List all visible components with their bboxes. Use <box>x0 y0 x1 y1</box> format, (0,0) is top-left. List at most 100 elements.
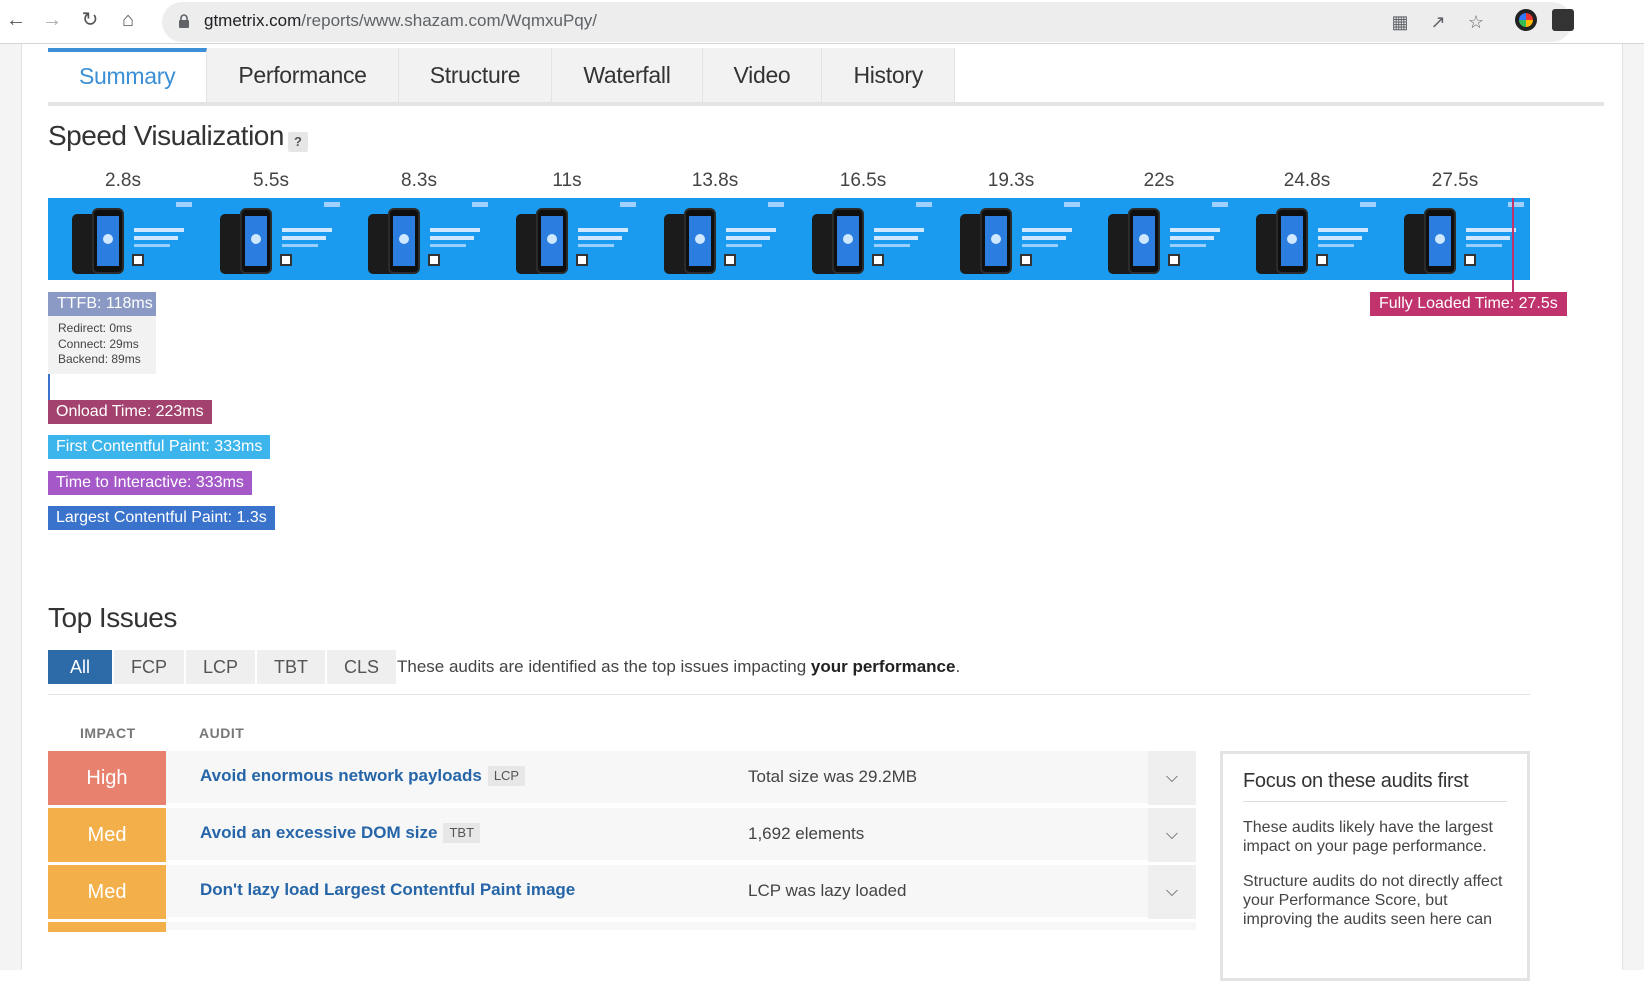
logo-icon <box>695 234 705 244</box>
frame-time: 11s <box>552 170 582 191</box>
filmstrip-frame[interactable] <box>788 198 938 280</box>
divider <box>48 694 1530 695</box>
text-line <box>134 244 170 247</box>
connect-time: Connect: 29ms <box>58 336 139 351</box>
forward-icon[interactable]: → <box>40 8 64 32</box>
translate-icon[interactable]: ▦ <box>1388 10 1412 34</box>
filmstrip-frame[interactable] <box>1380 198 1530 280</box>
filmstrip-frame[interactable] <box>640 198 790 280</box>
frame-time: 19.3s <box>987 170 1035 191</box>
logo-icon <box>991 234 1001 244</box>
tab-performance[interactable]: Performance <box>207 48 399 102</box>
filmstrip-frame[interactable] <box>196 198 346 280</box>
header-button <box>176 202 192 207</box>
frame-time: 8.3s <box>401 170 437 191</box>
filter-lcp[interactable]: LCP <box>186 650 258 684</box>
phone-image <box>92 208 124 274</box>
text-line <box>430 228 480 232</box>
header-button <box>916 202 932 207</box>
filmstrip-frame[interactable] <box>936 198 1086 280</box>
tabs-underline <box>48 102 1604 106</box>
audit-title[interactable]: Avoid an excessive DOM size <box>200 823 437 842</box>
filmstrip-frame[interactable] <box>344 198 494 280</box>
issue-row[interactable] <box>48 922 1196 932</box>
logo-icon <box>1287 234 1297 244</box>
text-line <box>1170 236 1214 240</box>
issue-row[interactable]: Med Don't lazy load Largest Contentful P… <box>48 865 1196 919</box>
chevron-down-icon[interactable]: ⌵ <box>1148 865 1196 919</box>
focus-panel: Focus on these audits first These audits… <box>1220 751 1530 981</box>
audit-name[interactable]: Avoid enormous network payloads LCP <box>200 766 526 786</box>
text-line <box>1022 244 1058 247</box>
text-line <box>1318 236 1362 240</box>
address-bar[interactable]: gtmetrix.com/reports/www.shazam.com/Wqmx… <box>162 2 1572 42</box>
backend-time: Backend: 89ms <box>58 352 141 366</box>
audit-name[interactable]: Don't lazy load Largest Contentful Paint… <box>200 880 575 900</box>
frame-time: 2.8s <box>105 170 141 191</box>
onload-badge: Onload Time: 223ms <box>48 400 212 424</box>
url-text[interactable]: gtmetrix.com/reports/www.shazam.com/Wqmx… <box>204 11 597 31</box>
text-line <box>430 236 474 240</box>
qr-code-icon <box>872 254 884 266</box>
frame-time: 27.5s <box>1431 170 1479 191</box>
issue-row[interactable]: High Avoid enormous network payloads LCP … <box>48 751 1196 805</box>
audit-name[interactable]: Avoid an excessive DOM size TBT <box>200 823 481 843</box>
audit-value: Total size was 29.2MB <box>748 767 918 786</box>
text-line <box>578 228 628 232</box>
speed-visualization-heading: Speed Visualization <box>48 120 284 151</box>
header-button <box>768 202 784 207</box>
tab-waterfall[interactable]: Waterfall <box>552 48 703 102</box>
filmstrip-frame[interactable] <box>1232 198 1382 280</box>
impact-badge <box>48 922 166 932</box>
redirect-time: Redirect: 0ms <box>58 321 133 335</box>
metric-tag: TBT <box>443 823 481 843</box>
reload-icon[interactable]: ↻ <box>78 8 102 32</box>
chevron-down-icon[interactable]: ⌵ <box>1148 808 1196 862</box>
focus-title: Focus on these audits first <box>1243 770 1507 802</box>
left-margin <box>0 44 22 970</box>
tab-structure[interactable]: Structure <box>398 48 553 102</box>
filter-tbt[interactable]: TBT <box>257 650 328 684</box>
filter-all[interactable]: All <box>48 650 115 684</box>
frame-time: 24.8s <box>1283 170 1331 191</box>
impact-badge: High <box>48 751 166 805</box>
audit-column-header: AUDIT <box>199 725 245 741</box>
help-icon[interactable]: ? <box>288 132 308 152</box>
desc-bold: your performance <box>810 657 956 676</box>
filmstrip-times: 2.8s 5.5s 8.3s 11s 13.8s 16.5s 19.3s 22s… <box>48 170 1604 194</box>
tab-history[interactable]: History <box>822 48 955 102</box>
filter-fcp[interactable]: FCP <box>114 650 187 684</box>
issue-row[interactable]: Med Avoid an excessive DOM size TBT 1,692… <box>48 808 1196 862</box>
text-line <box>578 236 622 240</box>
filter-cls[interactable]: CLS <box>327 650 399 684</box>
logo-icon <box>1435 234 1445 244</box>
back-icon[interactable]: ← <box>4 8 28 32</box>
audit-title[interactable]: Don't lazy load Largest Contentful Paint… <box>200 880 575 899</box>
share-icon[interactable]: ↗ <box>1426 10 1450 34</box>
phone-image <box>832 208 864 274</box>
filmstrip-frame[interactable] <box>1084 198 1234 280</box>
qr-code-icon <box>724 254 736 266</box>
logo-icon <box>251 234 261 244</box>
qr-code-icon <box>1316 254 1328 266</box>
filmstrip-frame[interactable] <box>492 198 642 280</box>
ttfb-breakdown: Redirect: 0ms Connect: 29ms Backend: 89m… <box>48 316 156 374</box>
bookmark-star-icon[interactable]: ☆ <box>1464 10 1488 34</box>
frame-time: 16.5s <box>839 170 887 191</box>
logo-icon <box>1139 234 1149 244</box>
tab-video[interactable]: Video <box>702 48 823 102</box>
text-line <box>874 236 918 240</box>
chevron-down-icon[interactable]: ⌵ <box>1148 751 1196 805</box>
report-tabs: Summary Performance Structure Waterfall … <box>48 48 955 106</box>
extension-icon-2[interactable] <box>1552 9 1574 31</box>
tab-summary[interactable]: Summary <box>48 48 208 102</box>
home-icon[interactable]: ⌂ <box>116 8 140 32</box>
ttfb-badge: TTFB: 118ms <box>48 292 156 316</box>
text-line <box>1466 244 1502 247</box>
audit-title[interactable]: Avoid enormous network payloads <box>200 766 482 785</box>
text-line <box>1170 244 1206 247</box>
filmstrip-frame[interactable] <box>48 198 198 280</box>
extension-icon[interactable] <box>1515 9 1537 31</box>
lock-icon <box>179 14 189 28</box>
audit-value: LCP was lazy loaded <box>748 881 907 900</box>
